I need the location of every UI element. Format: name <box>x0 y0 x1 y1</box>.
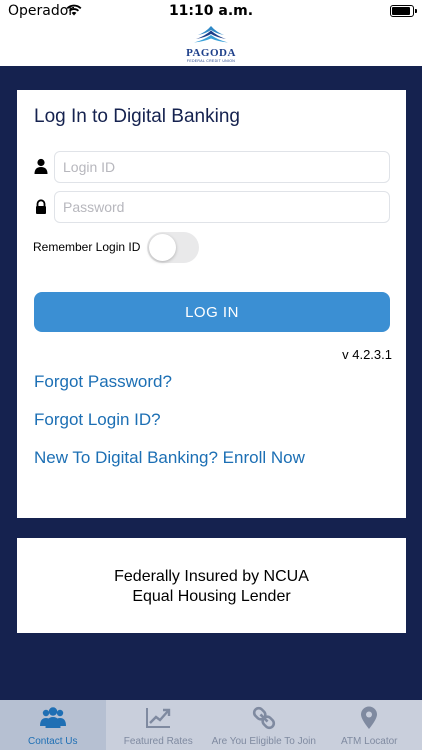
pagoda-logo: PAGODA FEDERAL CREDIT UNION <box>180 25 242 65</box>
user-icon <box>34 158 48 174</box>
tab-label-atm-locator: ATM Locator <box>341 736 398 747</box>
app-header: PAGODA FEDERAL CREDIT UNION <box>0 24 422 66</box>
tab-bar: Contact Us Featured Rates Are You Eligib… <box>0 700 422 750</box>
equal-housing-text: Equal Housing Lender <box>132 588 291 605</box>
tab-label-featured-rates: Featured Rates <box>123 736 193 747</box>
tab-label-contact-us: Contact Us <box>28 736 78 747</box>
forgot-login-id-link[interactable]: Forgot Login ID? <box>34 410 161 430</box>
status-bar: Operador 11:10 a.m. <box>0 0 422 24</box>
enroll-link[interactable]: New To Digital Banking? Enroll Now <box>34 448 305 468</box>
tab-contact-us[interactable]: Contact Us <box>0 700 106 750</box>
login-title: Log In to Digital Banking <box>34 106 240 127</box>
remember-login-label: Remember Login ID <box>33 240 141 254</box>
login-card: Log In to Digital Banking Remember Login… <box>17 90 406 518</box>
tab-label-eligibility: Are You Eligible To Join <box>211 736 316 747</box>
remember-login-toggle[interactable] <box>147 232 199 263</box>
battery-icon <box>390 5 417 17</box>
ncua-text: Federally Insured by NCUA <box>114 568 309 585</box>
logo-name: PAGODA <box>186 47 236 59</box>
trend-chart-icon <box>146 708 171 728</box>
people-icon <box>39 707 66 728</box>
toggle-knob <box>149 234 176 261</box>
logo-subtitle: FEDERAL CREDIT UNION <box>186 59 236 63</box>
link-icon <box>252 706 275 730</box>
pagoda-logo-mark <box>194 26 228 43</box>
insurance-card: Federally Insured by NCUA Equal Housing … <box>17 538 406 633</box>
login-button[interactable]: LOG IN <box>34 292 390 332</box>
app-version: v 4.2.3.1 <box>342 347 392 362</box>
password-field[interactable] <box>54 191 390 223</box>
login-id-field[interactable] <box>54 151 390 183</box>
tab-eligibility[interactable]: Are You Eligible To Join <box>211 700 317 750</box>
lock-icon <box>36 199 46 214</box>
location-pin-icon <box>361 706 378 729</box>
forgot-password-link[interactable]: Forgot Password? <box>34 372 172 392</box>
tab-atm-locator[interactable]: ATM Locator <box>317 700 422 750</box>
tab-featured-rates[interactable]: Featured Rates <box>106 700 212 750</box>
status-time: 11:10 a.m. <box>168 3 254 19</box>
